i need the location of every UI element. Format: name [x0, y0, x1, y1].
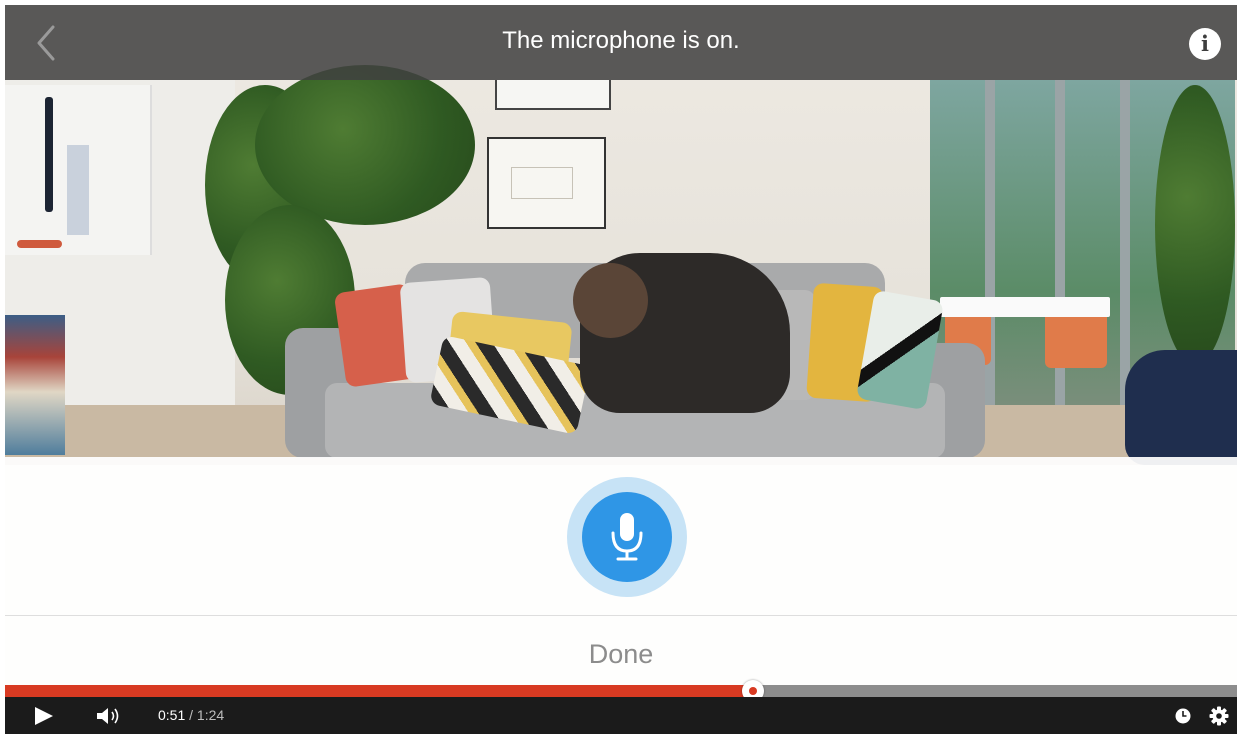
progress-bar[interactable] — [5, 680, 1237, 702]
top-bar: The microphone is on. i — [5, 5, 1237, 80]
info-icon[interactable]: i — [1189, 28, 1221, 60]
clock-icon[interactable] — [1175, 708, 1191, 729]
duration: 1:24 — [196, 707, 225, 723]
done-button[interactable]: Done — [5, 639, 1237, 670]
microphone-icon — [611, 513, 643, 561]
chair — [1045, 308, 1107, 368]
page-title: The microphone is on. — [502, 27, 740, 54]
picture-frame — [495, 80, 611, 110]
wall-art — [5, 85, 152, 255]
play-icon[interactable] — [33, 707, 55, 730]
dog-head — [573, 263, 648, 338]
microphone-button[interactable] — [582, 492, 672, 582]
plant — [255, 65, 475, 225]
picture-frame — [487, 137, 606, 229]
gear-icon[interactable] — [1209, 706, 1229, 731]
microphone-panel: Done — [5, 457, 1237, 685]
plant — [1155, 85, 1235, 365]
time-separator: / — [185, 707, 197, 723]
player-controls: 0:51 / 1:24 — [5, 697, 1237, 734]
video-player[interactable]: The microphone is on. i Done — [5, 5, 1237, 685]
bookshelf — [5, 315, 65, 455]
progress-played — [5, 685, 753, 697]
current-time: 0:51 — [158, 707, 186, 723]
time-display: 0:51 / 1:24 — [158, 707, 224, 723]
divider — [5, 615, 1237, 616]
volume-icon[interactable] — [97, 707, 125, 730]
armchair — [1125, 350, 1237, 465]
